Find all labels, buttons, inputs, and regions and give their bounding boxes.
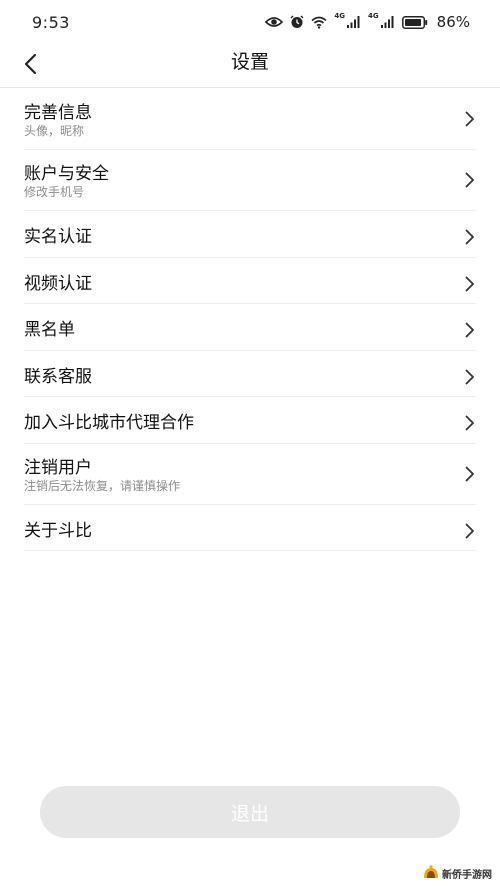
item-title: 视频认证 [24, 273, 92, 294]
header-bar: 设置 [0, 44, 500, 88]
item-title: 完善信息 [24, 103, 92, 123]
settings-item-customer-service[interactable]: 联系客服 [24, 351, 476, 397]
item-title: 联系客服 [24, 366, 92, 387]
chevron-right-icon [465, 523, 474, 538]
chevron-right-icon [465, 276, 474, 291]
signal-icon [380, 16, 395, 28]
settings-item-profile[interactable]: 完善信息 头像，昵称 [24, 89, 476, 150]
chevron-right-icon [465, 415, 474, 431]
watermark: 新侨手游网 [423, 864, 492, 883]
item-title: 黑名单 [24, 320, 75, 340]
signal-icon [347, 16, 361, 28]
item-title: 关于斗比 [24, 520, 92, 541]
item-subtitle: 头像，昵称 [24, 124, 85, 138]
chevron-right-icon [465, 111, 474, 127]
network-type-label: 4G [368, 12, 379, 20]
watermark-logo-icon [423, 864, 439, 883]
settings-item-video-verify[interactable]: 视频认证 [24, 258, 476, 304]
item-subtitle: 修改手机号 [24, 185, 85, 199]
status-bar: 9:53 4G 4G 86% [0, 0, 500, 44]
settings-item-about[interactable]: 关于斗比 [24, 505, 476, 551]
item-title: 实名认证 [24, 227, 92, 247]
settings-item-delete-account[interactable]: 注销用户 注销后无法恢复，请谨慎操作 [24, 444, 476, 505]
alarm-icon [290, 15, 304, 29]
network-type-label: 4G [334, 12, 346, 20]
chevron-right-icon [465, 466, 474, 481]
chevron-right-icon [465, 369, 474, 384]
page-title: 设置 [230, 51, 269, 73]
settings-item-blacklist[interactable]: 黑名单 [24, 304, 476, 351]
eye-icon [265, 16, 284, 28]
item-subtitle: 注销后无法恢复，请谨慎操作 [24, 478, 181, 493]
settings-list: 完善信息 头像，昵称 账户与安全 修改手机号 实名认证 视频认证 黑名单 联系客… [24, 89, 476, 551]
battery-percent: 86% [436, 13, 470, 31]
logout-button[interactable]: 退出 [40, 786, 460, 838]
watermark-text: 新侨手游网 [442, 870, 492, 881]
chevron-right-icon [465, 322, 474, 338]
settings-item-city-agent[interactable]: 加入斗比城市代理合作 [24, 397, 476, 444]
settings-item-account-security[interactable]: 账户与安全 修改手机号 [24, 150, 476, 211]
status-icons: 4G 4G 86% [265, 12, 470, 31]
item-title: 账户与安全 [24, 164, 109, 184]
item-title: 注销用户 [24, 457, 92, 478]
chevron-right-icon [465, 229, 474, 245]
item-title: 加入斗比城市代理合作 [24, 413, 194, 433]
chevron-right-icon [465, 172, 474, 188]
battery-icon [401, 15, 428, 29]
status-time: 9:53 [32, 12, 70, 32]
wifi-icon [311, 16, 327, 29]
settings-item-realname-verify[interactable]: 实名认证 [24, 211, 476, 258]
